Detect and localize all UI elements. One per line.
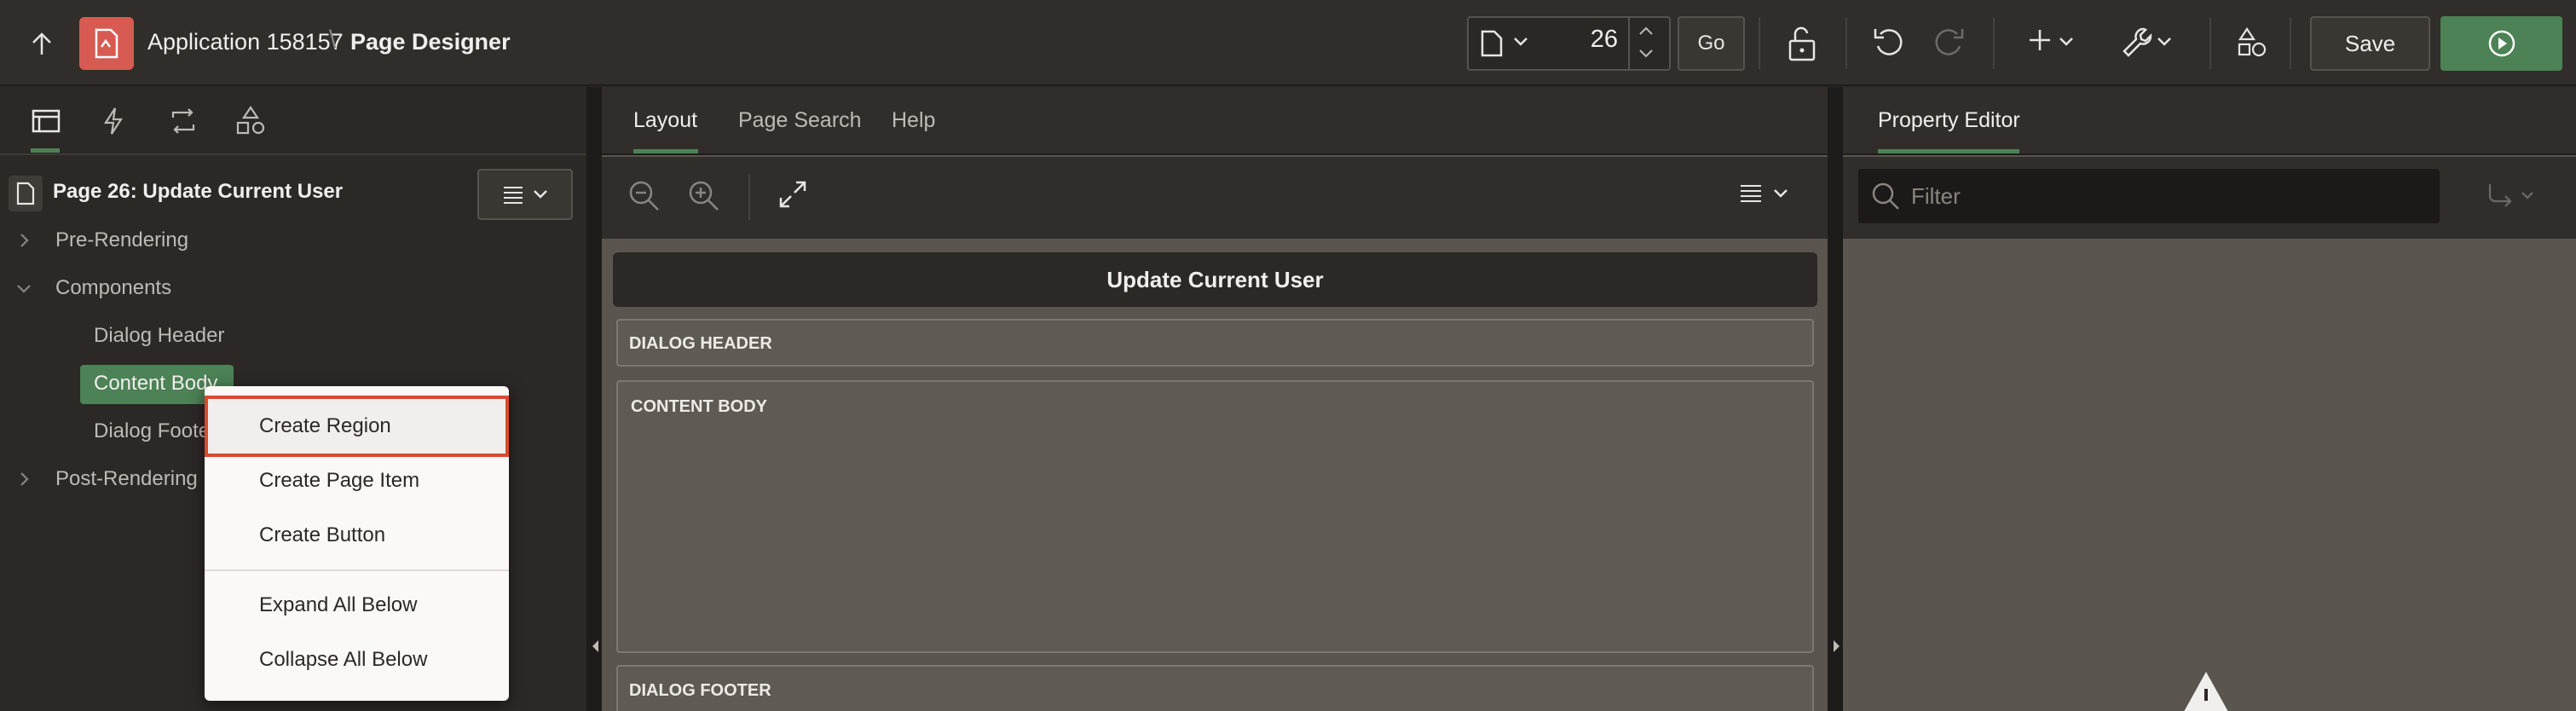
filter-input[interactable] — [1911, 176, 2423, 217]
warning-icon — [2179, 670, 2233, 711]
application-name-link[interactable]: Application 158157 — [147, 29, 344, 55]
region-dialog-header[interactable] — [616, 319, 1814, 367]
undo-icon[interactable] — [1872, 26, 1906, 60]
region-title: DIALOG FOOTER — [629, 681, 771, 700]
up-arrow-icon[interactable] — [22, 26, 61, 63]
breadcrumb-separator: \ — [329, 26, 337, 54]
toolbar-divider — [1759, 18, 1760, 69]
layout-menu-button[interactable] — [1739, 183, 1793, 204]
left-splitter[interactable] — [586, 87, 602, 711]
toolbar-divider — [2209, 18, 2211, 69]
tab-layout[interactable]: Layout — [633, 108, 697, 133]
search-icon — [1870, 181, 1901, 211]
tab-help[interactable]: Help — [892, 108, 935, 133]
active-tab-indicator — [31, 148, 60, 153]
chevron-down-icon[interactable] — [15, 280, 32, 297]
tree-node-post-rendering[interactable]: Post-Rendering — [55, 467, 198, 491]
chevron-down-icon[interactable] — [1513, 37, 1528, 47]
expand-icon[interactable] — [777, 179, 808, 210]
chevron-down-icon[interactable] — [1638, 49, 1654, 59]
region-title: CONTENT BODY — [631, 397, 767, 416]
rendering-icon — [32, 109, 61, 133]
spinner-divider — [1628, 18, 1630, 69]
tree-node-dialog-header[interactable]: Dialog Header — [94, 324, 224, 348]
chevron-up-icon[interactable] — [1638, 26, 1654, 36]
region-dialog-footer[interactable] — [616, 665, 1814, 711]
redo-icon[interactable] — [1932, 26, 1966, 60]
tab-rendering[interactable] — [28, 104, 64, 138]
tree-menu-button[interactable] — [477, 169, 573, 220]
zoom-out-icon[interactable] — [627, 179, 661, 213]
run-page-button[interactable] — [2440, 16, 2562, 71]
toolbar-divider — [748, 174, 750, 220]
chevron-down-icon — [534, 190, 547, 199]
menu-item-create-page-item[interactable]: Create Page Item — [259, 469, 419, 493]
toolbar-divider — [1845, 18, 1847, 69]
menu-separator — [205, 569, 509, 571]
region-content-body[interactable] — [616, 380, 1814, 653]
lock-icon[interactable] — [1785, 26, 1819, 61]
tree-node-content-body[interactable]: Content Body — [94, 372, 217, 396]
tree-page-node[interactable]: Page 26: Update Current User — [53, 180, 343, 204]
toolbar-divider — [1993, 18, 1995, 69]
zoom-in-icon[interactable] — [687, 179, 721, 213]
tab-dynamic-actions[interactable] — [95, 104, 131, 138]
page-icon — [9, 176, 43, 211]
save-button[interactable]: Save — [2310, 16, 2430, 71]
tab-page-search[interactable]: Page Search — [738, 108, 862, 133]
menu-item-create-button[interactable]: Create Button — [259, 523, 385, 547]
tree-node-dialog-footer[interactable]: Dialog Footer — [94, 419, 217, 443]
tab-processing[interactable] — [165, 104, 201, 138]
tree-node-pre-rendering[interactable]: Pre-Rendering — [55, 228, 188, 252]
lightning-icon — [103, 107, 124, 135]
chevron-right-icon[interactable] — [15, 232, 32, 249]
tab-shared-components[interactable] — [233, 104, 269, 138]
active-tab-indicator — [1878, 149, 2019, 153]
tab-property-editor[interactable]: Property Editor — [1878, 108, 2020, 133]
right-splitter[interactable] — [1828, 87, 1843, 711]
menu-icon — [504, 187, 523, 204]
chevron-down-icon[interactable] — [2059, 37, 2074, 47]
page-designer-title: Page Designer — [350, 29, 511, 55]
shared-components-icon[interactable] — [2237, 27, 2267, 58]
tree-node-components[interactable]: Components — [55, 276, 171, 300]
play-icon — [2488, 30, 2515, 57]
toolbar-divider — [2290, 18, 2291, 69]
active-tab-indicator — [633, 149, 698, 153]
menu-item-expand-all-below[interactable]: Expand All Below — [259, 593, 417, 617]
menu-item-create-region[interactable]: Create Region — [259, 414, 391, 438]
page-title-bar[interactable]: Update Current User — [613, 252, 1817, 307]
processing-icon — [171, 108, 195, 134]
wrench-icon[interactable] — [2120, 26, 2154, 60]
page-number-input[interactable]: 26 — [1546, 26, 1618, 54]
application-icon[interactable] — [79, 17, 134, 70]
chevron-down-icon[interactable] — [2157, 37, 2172, 47]
region-title: DIALOG HEADER — [629, 334, 772, 353]
plus-icon[interactable] — [2027, 27, 2053, 53]
page-icon[interactable] — [1481, 30, 1503, 57]
menu-item-collapse-all-below[interactable]: Collapse All Below — [259, 648, 427, 672]
chevron-right-icon[interactable] — [15, 471, 32, 488]
shared-components-icon — [236, 106, 265, 135]
go-button[interactable]: Go — [1678, 16, 1745, 71]
go-to-group-icon[interactable] — [2485, 182, 2536, 210]
left-panel-tabs — [0, 87, 586, 155]
